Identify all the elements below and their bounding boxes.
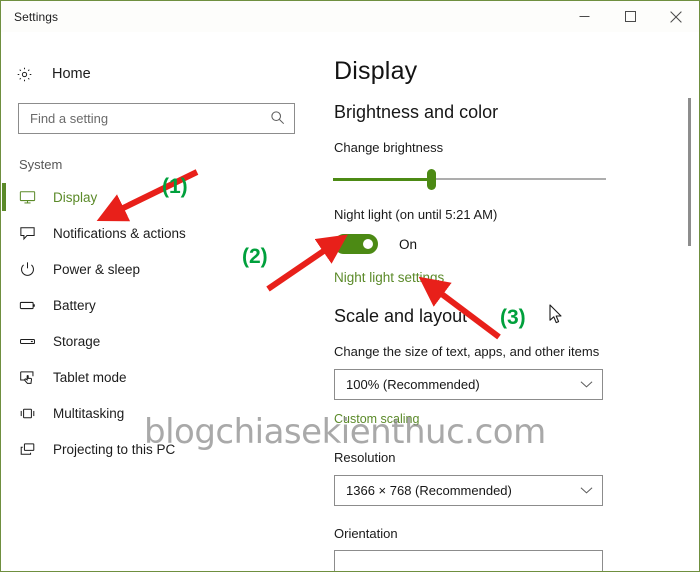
search-box[interactable] <box>18 103 295 134</box>
minimize-icon <box>579 11 590 22</box>
toggle-knob <box>363 239 373 249</box>
drive-icon <box>19 333 43 350</box>
close-button[interactable] <box>653 1 699 32</box>
power-icon <box>19 261 43 278</box>
night-light-label: Night light (on until 5:21 AM) <box>334 207 498 222</box>
sidebar: Home System Displ <box>2 32 320 571</box>
night-light-toggle-row: On <box>334 234 699 254</box>
sidebar-item-display[interactable]: Display <box>2 179 320 215</box>
sidebar-item-tablet-mode[interactable]: Tablet mode <box>2 359 320 395</box>
minimize-button[interactable] <box>561 1 607 32</box>
sidebar-item-label: Battery <box>53 297 96 313</box>
brightness-slider-thumb[interactable] <box>427 169 437 190</box>
orientation-label: Orientation <box>334 526 398 541</box>
speech-bubble-icon <box>19 225 43 242</box>
brightness-slider-filled-track <box>333 178 432 181</box>
project-screen-icon <box>19 441 43 458</box>
scale-dropdown[interactable]: 100% (Recommended) <box>334 369 603 400</box>
window-title: Settings <box>14 9 59 24</box>
annotation-number-3: (3) <box>500 306 526 329</box>
sidebar-item-label: Multitasking <box>53 405 125 421</box>
sidebar-item-notifications-actions[interactable]: Notifications & actions <box>2 215 320 251</box>
scale-dropdown-value: 100% (Recommended) <box>346 377 480 392</box>
search-icon[interactable] <box>270 110 285 130</box>
night-light-settings-link[interactable]: Night light settings <box>334 270 444 285</box>
chevron-down-icon <box>580 482 593 500</box>
close-icon <box>670 10 682 23</box>
sidebar-item-label: Display <box>53 189 98 205</box>
main-content: Display Brightness and color Change brig… <box>320 32 699 571</box>
sidebar-item-battery[interactable]: Battery <box>2 287 320 323</box>
settings-window: Settings Home Find a setting System Disp… <box>0 0 700 572</box>
sidebar-item-home[interactable]: Home <box>16 61 320 87</box>
scrollbar-thumb[interactable] <box>688 98 691 246</box>
sidebar-item-power-sleep[interactable]: Power & sleep <box>2 251 320 287</box>
monitor-icon <box>19 189 43 206</box>
maximize-icon <box>624 11 636 22</box>
annotation-number-2: (2) <box>242 245 268 268</box>
sidebar-item-label: Tablet mode <box>53 369 127 385</box>
brightness-and-color-heading: Brightness and color <box>334 102 499 122</box>
annotation-number-1: (1) <box>162 175 188 198</box>
mouse-cursor <box>549 304 562 324</box>
search-input[interactable] <box>30 105 255 132</box>
window-controls <box>561 1 699 32</box>
change-brightness-label: Change brightness <box>334 140 444 155</box>
brightness-slider-track <box>431 178 606 180</box>
sidebar-item-label: Power & sleep <box>53 261 141 277</box>
multitask-icon <box>19 405 43 422</box>
resolution-dropdown-value: 1366 × 768 (Recommended) <box>346 483 512 498</box>
gear-icon <box>16 66 42 83</box>
night-light-toggle[interactable] <box>334 234 378 254</box>
battery-icon <box>19 297 43 314</box>
sidebar-item-label: Notifications & actions <box>53 225 186 241</box>
orientation-dropdown[interactable] <box>334 550 603 571</box>
resolution-dropdown[interactable]: 1366 × 768 (Recommended) <box>334 475 603 506</box>
change-size-label: Change the size of text, apps, and other… <box>334 344 600 359</box>
maximize-button[interactable] <box>607 1 653 32</box>
chevron-down-icon <box>580 376 593 394</box>
sidebar-item-label: Storage <box>53 333 101 349</box>
tablet-touch-icon <box>19 369 43 386</box>
sidebar-home-label: Home <box>52 66 91 82</box>
brightness-slider[interactable] <box>333 168 606 190</box>
sidebar-section-label: System <box>19 157 63 172</box>
night-light-toggle-state: On <box>399 236 418 252</box>
resolution-label: Resolution <box>334 450 396 465</box>
page-title: Display <box>334 57 418 85</box>
sidebar-item-storage[interactable]: Storage <box>2 323 320 359</box>
title-bar: Settings <box>1 1 699 32</box>
watermark: blogchiasekienthuc.com <box>144 412 546 452</box>
